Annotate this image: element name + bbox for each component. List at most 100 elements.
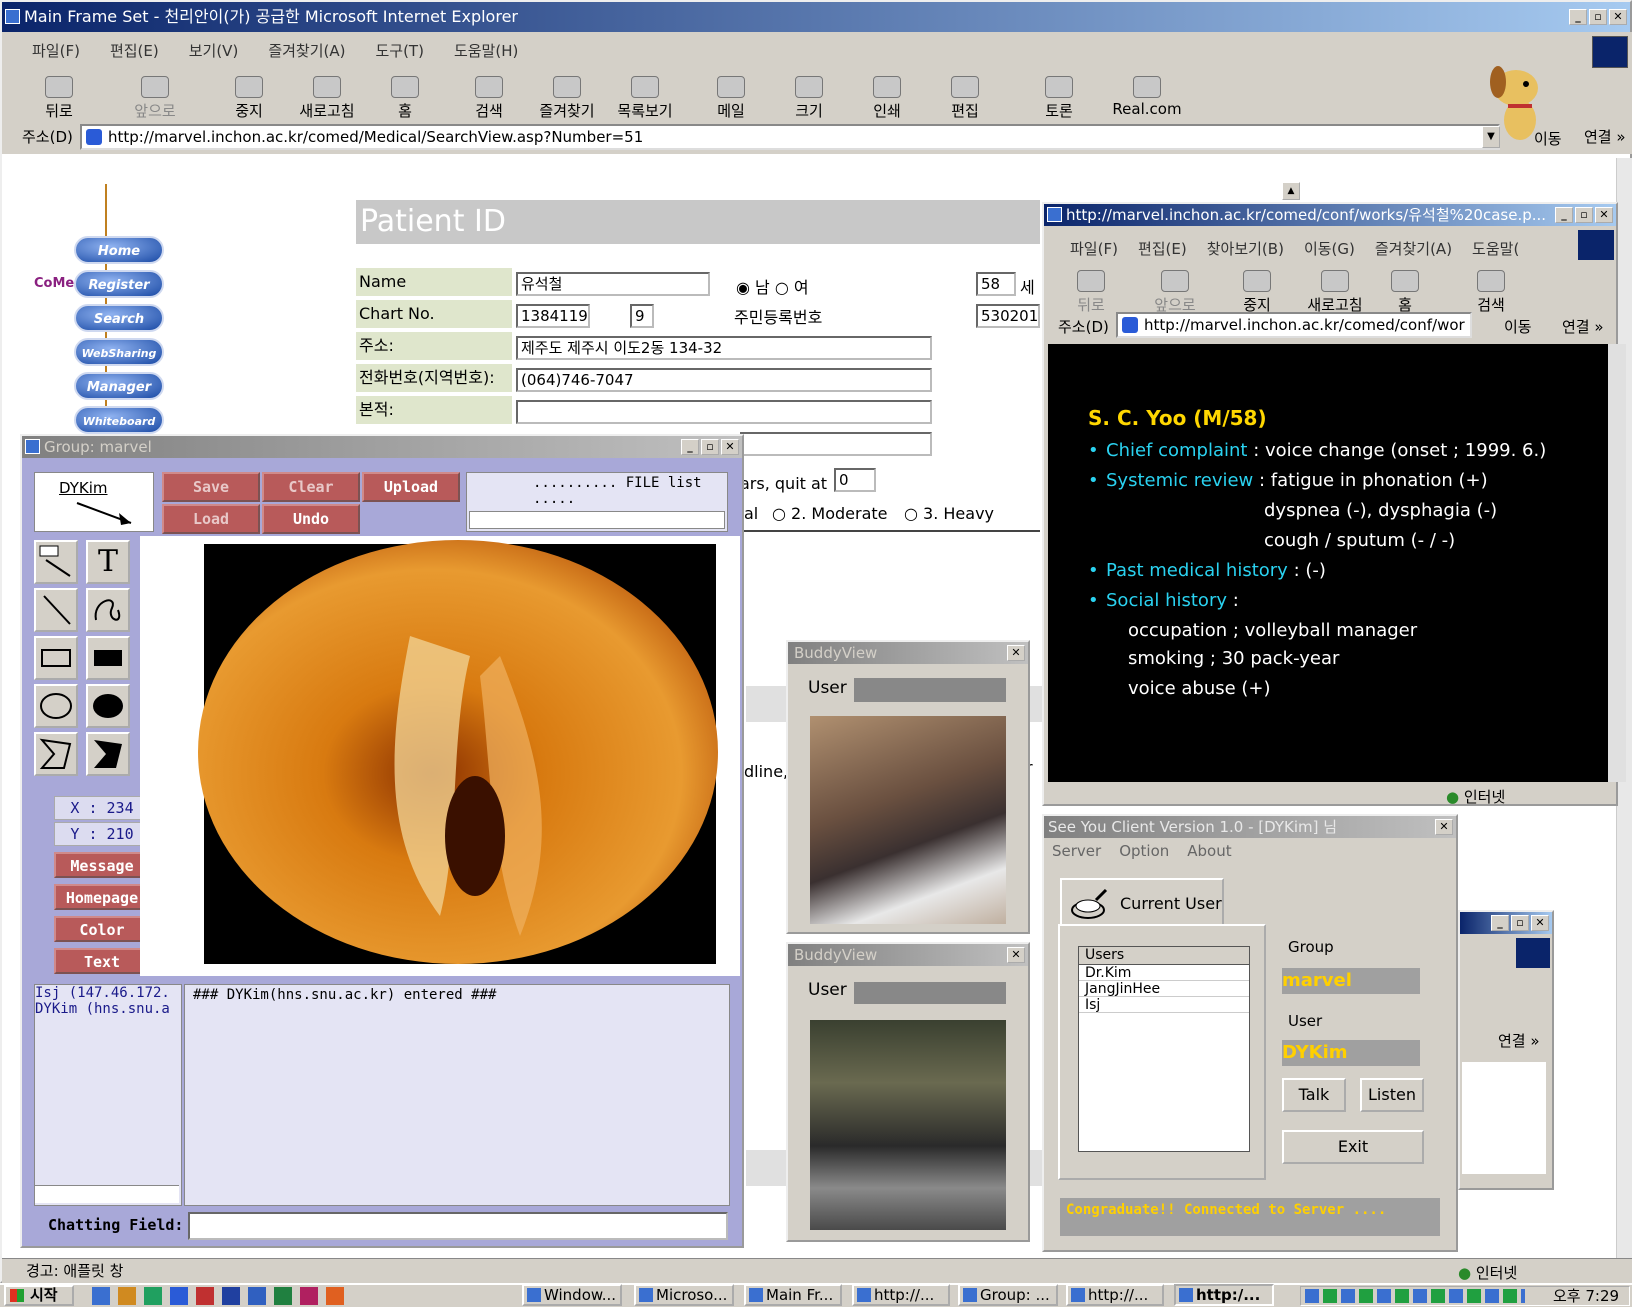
minimize-button[interactable]: _ xyxy=(1491,915,1509,931)
user-list-item[interactable]: DYKim (hns.snu.a xyxy=(35,1001,181,1017)
toolbar-forward-button[interactable]: 앞으로 xyxy=(1140,270,1210,315)
toolbar-search-button[interactable]: 검색 xyxy=(1456,270,1526,315)
chart-field[interactable]: 1384119 xyxy=(516,304,590,328)
start-button[interactable]: 시작 xyxy=(4,1285,74,1306)
toolbar-back-button[interactable]: 뒤로 xyxy=(24,76,94,121)
message-button[interactable]: Message xyxy=(54,852,150,878)
save-button[interactable]: Save xyxy=(162,472,260,502)
filled-ellipse-tool[interactable] xyxy=(86,684,130,728)
rectangle-tool[interactable] xyxy=(34,636,78,680)
freehand-tool[interactable] xyxy=(86,588,130,632)
close-button[interactable]: ✕ xyxy=(721,439,739,455)
ellipse-tool[interactable] xyxy=(34,684,78,728)
taskbar-item-windows[interactable]: Window... xyxy=(522,1284,622,1306)
toolbar-real-button[interactable]: Real.com xyxy=(1102,76,1192,118)
quick-launch-icon[interactable] xyxy=(92,1287,110,1305)
tab-current-user[interactable]: Current User xyxy=(1060,878,1224,926)
exit-button[interactable]: Exit xyxy=(1282,1130,1424,1164)
text-button[interactable]: Text xyxy=(54,948,150,974)
select-tool[interactable] xyxy=(34,540,78,584)
minimize-button[interactable]: _ xyxy=(1569,9,1587,25)
chart-suffix-field[interactable]: 9 xyxy=(630,304,654,328)
go-button[interactable]: 이동 xyxy=(1504,316,1532,337)
menu-file[interactable]: 파일(F) xyxy=(1070,238,1118,259)
menu-edit[interactable]: 편집(E) xyxy=(1138,238,1187,259)
line-tool[interactable] xyxy=(34,588,78,632)
menu-browse[interactable]: 찾아보기(B) xyxy=(1207,238,1284,259)
left-scroll-up-arrow-icon[interactable]: ▲ xyxy=(1282,182,1300,200)
close-button[interactable]: ✕ xyxy=(1435,819,1453,835)
taskbar-item-main-frame[interactable]: Main Fr... xyxy=(744,1284,842,1306)
taskbar-item-microsoft[interactable]: Microso... xyxy=(634,1284,734,1306)
menu-help[interactable]: 도움말(H) xyxy=(454,40,518,61)
sex-radio-group[interactable]: ◉ 남 ○ 여 xyxy=(736,274,809,298)
tray-icons[interactable] xyxy=(1305,1289,1525,1303)
menu-view[interactable]: 보기(V) xyxy=(189,40,239,61)
file-list[interactable]: .......... FILE list ..... xyxy=(466,472,728,532)
clear-button[interactable]: Clear xyxy=(262,472,360,502)
toolbar-search-button[interactable]: 검색 xyxy=(454,76,524,121)
menu-about[interactable]: About xyxy=(1187,842,1231,860)
color-button[interactable]: Color xyxy=(54,916,150,942)
maximize-button[interactable]: ▫ xyxy=(1511,915,1529,931)
load-button[interactable]: Load xyxy=(162,504,260,534)
address-field[interactable]: 제주도 제주시 이도2동 134-32 xyxy=(516,336,932,360)
user-row[interactable]: Isj xyxy=(1079,997,1249,1013)
taskbar-item-http-2[interactable]: http://... xyxy=(1066,1284,1164,1306)
toolbar-discuss-button[interactable]: 토론 xyxy=(1024,76,1094,121)
phone-field[interactable]: (064)746-7047 xyxy=(516,368,932,392)
toolbar-size-button[interactable]: 크기 xyxy=(774,76,844,121)
menu-file[interactable]: 파일(F) xyxy=(32,40,80,61)
maximize-button[interactable]: ▫ xyxy=(1575,207,1593,223)
origin-field[interactable] xyxy=(516,400,932,424)
homepage-button[interactable]: Homepage xyxy=(54,884,150,910)
menu-favorites[interactable]: 즐겨찾기(A) xyxy=(268,40,345,61)
toolbar-refresh-button[interactable]: 새로고침 xyxy=(292,76,362,121)
close-button[interactable]: ✕ xyxy=(1595,207,1613,223)
quick-launch-icon[interactable] xyxy=(248,1287,266,1305)
maximize-button[interactable]: ▫ xyxy=(1589,9,1607,25)
user-list-panel[interactable]: Isj (147.46.172. DYKim (hns.snu.a xyxy=(34,984,182,1206)
ie-main-titlebar[interactable]: Main Frame Set - 천리안이(가) 공급한 Microsoft I… xyxy=(2,2,1630,32)
quick-launch-icon[interactable] xyxy=(222,1287,240,1305)
quick-launch-icon[interactable] xyxy=(118,1287,136,1305)
quick-launch-icon[interactable] xyxy=(144,1287,162,1305)
address-dropdown[interactable]: ▼ xyxy=(1482,126,1500,148)
menu-edit[interactable]: 편집(E) xyxy=(110,40,159,61)
quick-launch-icon[interactable] xyxy=(274,1287,292,1305)
toolbar-home-button[interactable]: 홈 xyxy=(370,76,440,121)
links-button[interactable]: 연결 » xyxy=(1562,316,1604,337)
nav-manager-button[interactable]: Manager xyxy=(74,372,164,400)
taskbar-item-http-3[interactable]: http:/... xyxy=(1174,1284,1274,1306)
ie-slide-titlebar[interactable]: http://marvel.inchon.ac.kr/comed/conf/wo… xyxy=(1044,204,1616,226)
menu-help[interactable]: 도움말( xyxy=(1472,238,1519,259)
group-titlebar[interactable]: Group: marvel xyxy=(22,436,742,458)
whiteboard-canvas[interactable] xyxy=(140,536,740,976)
seeyou-titlebar[interactable]: See You Client Version 1.0 - [DYKim] 님 xyxy=(1044,816,1456,838)
chat-input[interactable] xyxy=(188,1212,728,1240)
minimize-button[interactable]: _ xyxy=(1555,207,1573,223)
nav-websharing-button[interactable]: WebSharing xyxy=(74,338,164,366)
taskbar-item-http-1[interactable]: http://... xyxy=(852,1284,950,1306)
nav-home-button[interactable]: Home xyxy=(74,236,164,264)
toolbar-forward-button[interactable]: 앞으로 xyxy=(120,76,190,121)
listen-button[interactable]: Listen xyxy=(1360,1078,1424,1112)
maximize-button[interactable]: ▫ xyxy=(701,439,719,455)
address-bar[interactable]: http://marvel.inchon.ac.kr/comed/Medical… xyxy=(80,124,1500,150)
close-button[interactable]: ✕ xyxy=(1007,947,1025,963)
go-button[interactable]: 이동 xyxy=(1534,128,1562,149)
rrn-field[interactable]: 530201 xyxy=(976,304,1040,328)
extra-field[interactable] xyxy=(740,432,932,456)
age-field[interactable]: 58 xyxy=(976,272,1016,296)
toolbar-stop-button[interactable]: 중지 xyxy=(214,76,284,121)
filled-rectangle-tool[interactable] xyxy=(86,636,130,680)
slide-scrollbar[interactable] xyxy=(1608,344,1626,782)
quick-launch-icon[interactable] xyxy=(196,1287,214,1305)
minimize-button[interactable]: _ xyxy=(681,439,699,455)
close-button[interactable]: ✕ xyxy=(1609,9,1627,25)
file-list-scrollbar[interactable] xyxy=(469,511,725,529)
toolbar-history-button[interactable]: 목록보기 xyxy=(610,76,680,121)
links-button[interactable]: 연결 » xyxy=(1584,126,1626,147)
toolbar-print-button[interactable]: 인쇄 xyxy=(852,76,922,121)
nav-whiteboard-button[interactable]: Whiteboard xyxy=(74,406,164,434)
